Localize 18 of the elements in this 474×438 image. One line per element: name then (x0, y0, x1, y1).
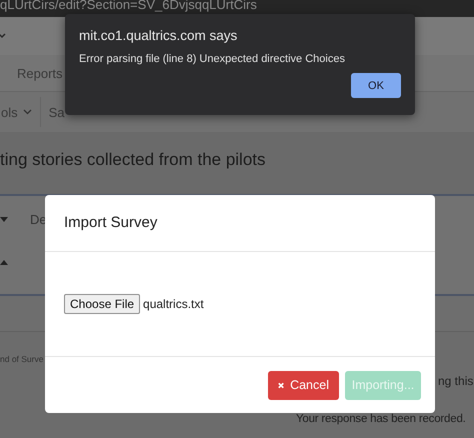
toolbar-dropdown[interactable]: ols (1, 97, 41, 127)
alert-message: Error parsing file (line 8) Unexpected directive Choices (79, 53, 346, 65)
end-message: ng this (438, 374, 474, 388)
toolbar-button[interactable]: Sa (48, 104, 65, 120)
alert-origin: mit.co1.qualtrics.com says (79, 28, 238, 43)
cancel-button[interactable]: Cancel (268, 370, 339, 400)
end-of-survey-label: nd of Surve (0, 354, 44, 364)
ok-button[interactable]: OK (351, 73, 401, 98)
survey-title: ting stories collected from the pilots (0, 150, 266, 170)
end-message: Your response has been recorded. (296, 413, 467, 425)
file-name: qualtrics.txt (143, 297, 204, 311)
chevron-icon (0, 33, 6, 39)
dialog-title: Import Survey (64, 214, 158, 230)
caret-up-icon[interactable] (0, 260, 8, 265)
choose-file-button[interactable]: Choose File (64, 294, 140, 314)
chevron-down-icon (22, 109, 32, 115)
nav-tab[interactable]: Reports (17, 66, 63, 80)
caret-down-icon[interactable] (0, 217, 8, 222)
